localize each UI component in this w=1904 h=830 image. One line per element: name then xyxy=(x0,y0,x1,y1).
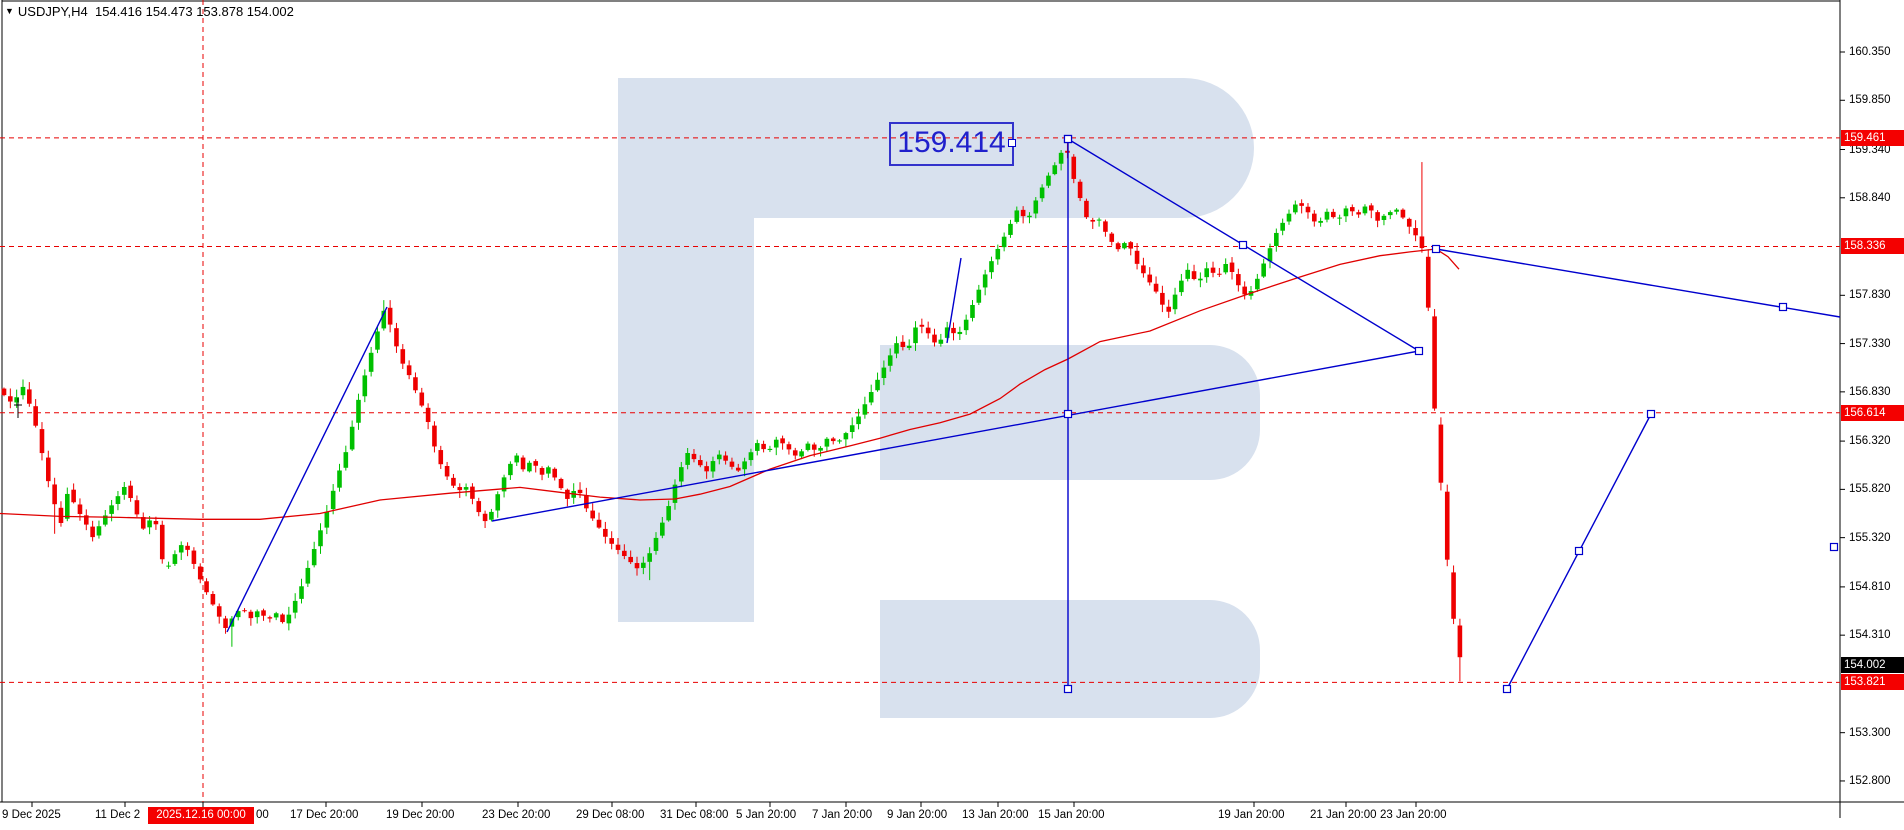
mt-chart-window: ▼ USDJPY,H4 154.416 154.473 153.878 154.0… xyxy=(0,0,1904,830)
vertical-measure-line-handle[interactable] xyxy=(1065,136,1072,143)
selected-time-box: 2025.12.16 00:00 xyxy=(148,807,254,824)
price-label: 155.320 xyxy=(1849,530,1891,546)
time-label: 21 Jan 20:00 xyxy=(1310,809,1377,821)
trend-drawings[interactable] xyxy=(227,136,1840,693)
time-label: 5 Jan 20:00 xyxy=(736,809,796,821)
current-price-box: 154.002 xyxy=(1841,657,1904,673)
ohlc-values: 154.416 154.473 153.878 154.002 xyxy=(95,4,294,19)
time-label: 19 Jan 20:00 xyxy=(1218,809,1285,821)
trendline-descending-resistance-handle[interactable] xyxy=(1416,348,1423,355)
time-label: 23 Jan 20:00 xyxy=(1380,809,1447,821)
price-label: 157.830 xyxy=(1849,287,1891,303)
chart-header: ▼ USDJPY,H4 154.416 154.473 153.878 154.0… xyxy=(5,4,294,19)
annotation-handle[interactable] xyxy=(1008,139,1016,147)
line-price-box: 153.821 xyxy=(1841,674,1904,690)
trendline-projection-up-handle[interactable] xyxy=(1504,686,1511,693)
trendline-projection-up-handle[interactable] xyxy=(1576,548,1583,555)
price-label: 154.310 xyxy=(1849,627,1891,643)
price-label: 158.840 xyxy=(1849,190,1891,206)
price-label: 152.800 xyxy=(1849,773,1891,789)
price-label: 155.820 xyxy=(1849,481,1891,497)
line-price-box: 158.336 xyxy=(1841,238,1904,254)
symbol-period-label: USDJPY,H4 xyxy=(18,4,88,19)
trendline-right-channel-handle[interactable] xyxy=(1433,246,1440,253)
time-label: 29 Dec 08:00 xyxy=(576,809,644,821)
trendline-descending-resistance-handle[interactable] xyxy=(1240,242,1247,249)
line-price-box: 159.461 xyxy=(1841,130,1904,146)
time-label: 31 Dec 08:00 xyxy=(660,809,728,821)
price-label: 156.320 xyxy=(1849,433,1891,449)
line-price-box: 156.614 xyxy=(1841,405,1904,421)
symbol-dropdown-icon[interactable]: ▼ xyxy=(5,6,14,16)
price-text-annotation[interactable]: 159.414 xyxy=(889,122,1014,166)
price-label: 157.330 xyxy=(1849,336,1891,352)
trendline-projection-up-handle[interactable] xyxy=(1648,411,1655,418)
candles xyxy=(2,141,1463,682)
price-label: 156.830 xyxy=(1849,384,1891,400)
time-label: 17 Dec 20:00 xyxy=(290,809,358,821)
price-label: 154.810 xyxy=(1849,579,1891,595)
time-label: 9 Jan 20:00 xyxy=(887,809,947,821)
time-label: 00 xyxy=(256,809,269,821)
time-label: 23 Dec 20:00 xyxy=(482,809,550,821)
horizontal-line-objects[interactable] xyxy=(0,0,1840,802)
trendline-rising-support[interactable] xyxy=(492,351,1419,521)
price-label: 160.350 xyxy=(1849,44,1891,60)
price-label: 159.850 xyxy=(1849,92,1891,108)
time-label: 15 Jan 20:00 xyxy=(1038,809,1105,821)
time-label: 11 Dec 2 xyxy=(95,809,140,821)
vertical-measure-line-handle[interactable] xyxy=(1065,686,1072,693)
price-label: 153.300 xyxy=(1849,725,1891,741)
time-label: 19 Dec 20:00 xyxy=(386,809,454,821)
lone-object-handle[interactable] xyxy=(1831,544,1838,551)
time-label: 7 Jan 20:00 xyxy=(812,809,872,821)
vertical-measure-line-handle[interactable] xyxy=(1065,411,1072,418)
time-label: 13 Jan 20:00 xyxy=(962,809,1029,821)
trendline-right-channel-handle[interactable] xyxy=(1780,304,1787,311)
time-label: 9 Dec 2025 xyxy=(2,809,61,821)
